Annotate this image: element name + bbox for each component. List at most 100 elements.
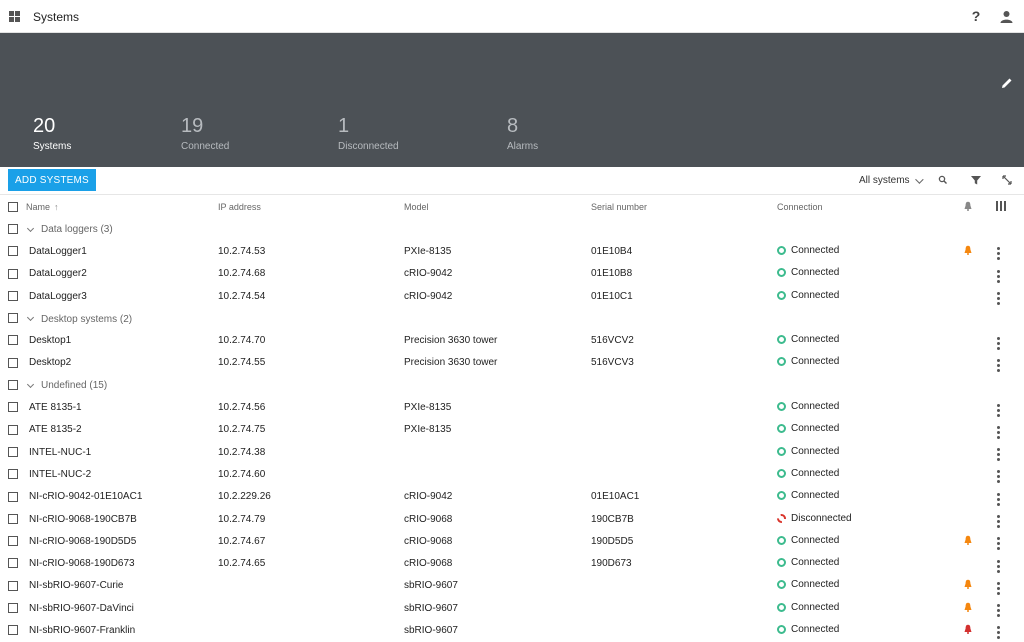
- row-checkbox[interactable]: [8, 603, 18, 614]
- stat-connected[interactable]: 19 Connected: [181, 115, 229, 152]
- more-options-icon[interactable]: [996, 269, 1000, 283]
- chevron-down-icon[interactable]: [26, 380, 35, 389]
- pencil-icon[interactable]: [1001, 77, 1013, 89]
- system-name[interactable]: NI-sbRIO-9607-Franklin: [26, 619, 218, 641]
- table-row[interactable]: NI-cRIO-9068-190D5D5 10.2.74.67 cRIO-9068 1…: [0, 530, 1024, 552]
- table-row[interactable]: NI-sbRIO-9607-Franklin sbRIO-9607 Connecte…: [0, 619, 1024, 641]
- system-name[interactable]: Desktop2: [26, 352, 218, 374]
- select-all-checkbox[interactable]: [8, 201, 18, 212]
- system-name[interactable]: DataLogger3: [26, 285, 218, 307]
- column-header-serial[interactable]: Serial number: [591, 195, 777, 218]
- more-options-icon[interactable]: [996, 626, 1000, 640]
- more-options-icon[interactable]: [996, 581, 1000, 595]
- group-checkbox[interactable]: [8, 380, 18, 391]
- group-label-cell[interactable]: Desktop systems (2): [26, 307, 1024, 329]
- row-checkbox[interactable]: [8, 268, 18, 279]
- table-row[interactable]: NI-sbRIO-9607-DaVinci sbRIO-9607 Connected: [0, 597, 1024, 619]
- system-name[interactable]: INTEL-NUC-1: [26, 441, 218, 463]
- group-row[interactable]: Desktop systems (2): [0, 307, 1024, 329]
- system-name[interactable]: NI-cRIO-9068-190D673: [26, 552, 218, 574]
- table-row[interactable]: DataLogger1 10.2.74.53 PXIe-8135 01E10B4 Con…: [0, 240, 1024, 262]
- alarm-cell[interactable]: [963, 575, 996, 597]
- alarm-cell[interactable]: [963, 597, 996, 619]
- row-checkbox[interactable]: [8, 335, 18, 346]
- more-options-icon[interactable]: [996, 559, 1000, 573]
- more-options-icon[interactable]: [996, 358, 1000, 372]
- row-checkbox[interactable]: [8, 402, 18, 413]
- table-row[interactable]: DataLogger2 10.2.74.68 cRIO-9042 01E10B8 Con…: [0, 263, 1024, 285]
- row-checkbox[interactable]: [8, 513, 18, 524]
- alarm-cell[interactable]: [963, 530, 996, 552]
- row-checkbox[interactable]: [8, 558, 18, 569]
- apps-grid-icon[interactable]: [9, 11, 20, 22]
- table-row[interactable]: ATE 8135-2 10.2.74.75 PXIe-8135 Connected: [0, 419, 1024, 441]
- table-row[interactable]: NI-cRIO-9042-01E10AC1 10.2.229.26 cRIO-904…: [0, 486, 1024, 508]
- system-name[interactable]: INTEL-NUC-2: [26, 463, 218, 485]
- system-name[interactable]: NI-sbRIO-9607-DaVinci: [26, 597, 218, 619]
- alarm-cell[interactable]: [963, 619, 996, 641]
- table-row[interactable]: Desktop2 10.2.74.55 Precision 3630 tower 51…: [0, 352, 1024, 374]
- system-name[interactable]: DataLogger1: [26, 240, 218, 262]
- more-options-icon[interactable]: [996, 470, 1000, 484]
- stat-disconnected[interactable]: 1 Disconnected: [338, 115, 399, 152]
- system-name[interactable]: ATE 8135-1: [26, 396, 218, 418]
- chevron-down-icon[interactable]: [26, 314, 35, 322]
- column-header-ip[interactable]: IP address: [218, 195, 404, 218]
- table-row[interactable]: NI-cRIO-9068-190D673 10.2.74.65 cRIO-9068 1…: [0, 552, 1024, 574]
- more-options-icon[interactable]: [996, 492, 1000, 506]
- collapse-icon[interactable]: [1001, 174, 1013, 186]
- table-row[interactable]: DataLogger3 10.2.74.54 cRIO-9042 01E10C1 Con…: [0, 285, 1024, 307]
- user-icon[interactable]: [1000, 10, 1013, 23]
- row-checkbox[interactable]: [8, 424, 18, 435]
- row-checkbox[interactable]: [8, 246, 18, 257]
- add-systems-button[interactable]: ADD SYSTEMS: [8, 169, 96, 191]
- more-options-icon[interactable]: [996, 247, 1000, 261]
- stat-alarms[interactable]: 8 Alarms: [507, 115, 538, 152]
- group-checkbox[interactable]: [8, 224, 18, 234]
- system-name[interactable]: NI-cRIO-9068-190CB7B: [26, 508, 218, 530]
- alarm-cell[interactable]: [963, 240, 996, 262]
- column-header-model[interactable]: Model: [404, 195, 591, 218]
- system-name[interactable]: NI-cRIO-9042-01E10AC1: [26, 486, 218, 508]
- row-checkbox[interactable]: [8, 290, 18, 301]
- filter-icon[interactable]: [970, 174, 982, 186]
- more-options-icon[interactable]: [996, 515, 1000, 528]
- more-options-icon[interactable]: [996, 292, 1000, 306]
- table-row[interactable]: INTEL-NUC-1 10.2.74.38 Connected: [0, 441, 1024, 463]
- group-checkbox[interactable]: [8, 313, 18, 324]
- search-icon[interactable]: [937, 174, 949, 186]
- more-options-icon[interactable]: [996, 336, 1000, 350]
- table-row[interactable]: NI-cRIO-9068-190CB7B 10.2.74.79 cRIO-9068 1…: [0, 508, 1024, 530]
- row-checkbox[interactable]: [8, 469, 18, 480]
- row-checkbox[interactable]: [8, 536, 18, 547]
- table-row[interactable]: Desktop1 10.2.74.70 Precision 3630 tower 51…: [0, 329, 1024, 351]
- chevron-down-icon[interactable]: [26, 224, 35, 232]
- systems-filter-dropdown[interactable]: All systems: [859, 174, 924, 186]
- table-row[interactable]: NI-sbRIO-9607-Curie sbRIO-9607 Connected: [0, 575, 1024, 597]
- column-header-name[interactable]: Name ↑: [26, 195, 218, 218]
- group-label-cell[interactable]: Undefined (15): [26, 374, 1024, 396]
- more-options-icon[interactable]: [996, 403, 1000, 417]
- more-options-icon[interactable]: [996, 425, 1000, 439]
- table-row[interactable]: INTEL-NUC-2 10.2.74.60 Connected: [0, 463, 1024, 485]
- column-header-connection[interactable]: Connection: [777, 195, 963, 218]
- column-header-alarm[interactable]: [963, 195, 996, 218]
- column-chooser[interactable]: [996, 195, 1024, 218]
- system-name[interactable]: Desktop1: [26, 329, 218, 351]
- help-icon[interactable]: ?: [970, 8, 982, 24]
- system-name[interactable]: ATE 8135-2: [26, 419, 218, 441]
- row-checkbox[interactable]: [8, 446, 18, 457]
- more-options-icon[interactable]: [996, 537, 1000, 551]
- more-options-icon[interactable]: [996, 604, 1000, 618]
- group-label-cell[interactable]: Data loggers (3): [26, 218, 1024, 240]
- system-name[interactable]: DataLogger2: [26, 263, 218, 285]
- group-row[interactable]: Undefined (15): [0, 374, 1024, 396]
- row-checkbox[interactable]: [8, 491, 18, 502]
- more-options-icon[interactable]: [996, 448, 1000, 462]
- group-row[interactable]: Data loggers (3): [0, 218, 1024, 240]
- row-checkbox[interactable]: [8, 357, 18, 368]
- row-checkbox[interactable]: [8, 625, 18, 636]
- table-row[interactable]: ATE 8135-1 10.2.74.56 PXIe-8135 Connected: [0, 396, 1024, 418]
- stat-systems[interactable]: 20 Systems: [33, 115, 71, 152]
- system-name[interactable]: NI-sbRIO-9607-Curie: [26, 575, 218, 597]
